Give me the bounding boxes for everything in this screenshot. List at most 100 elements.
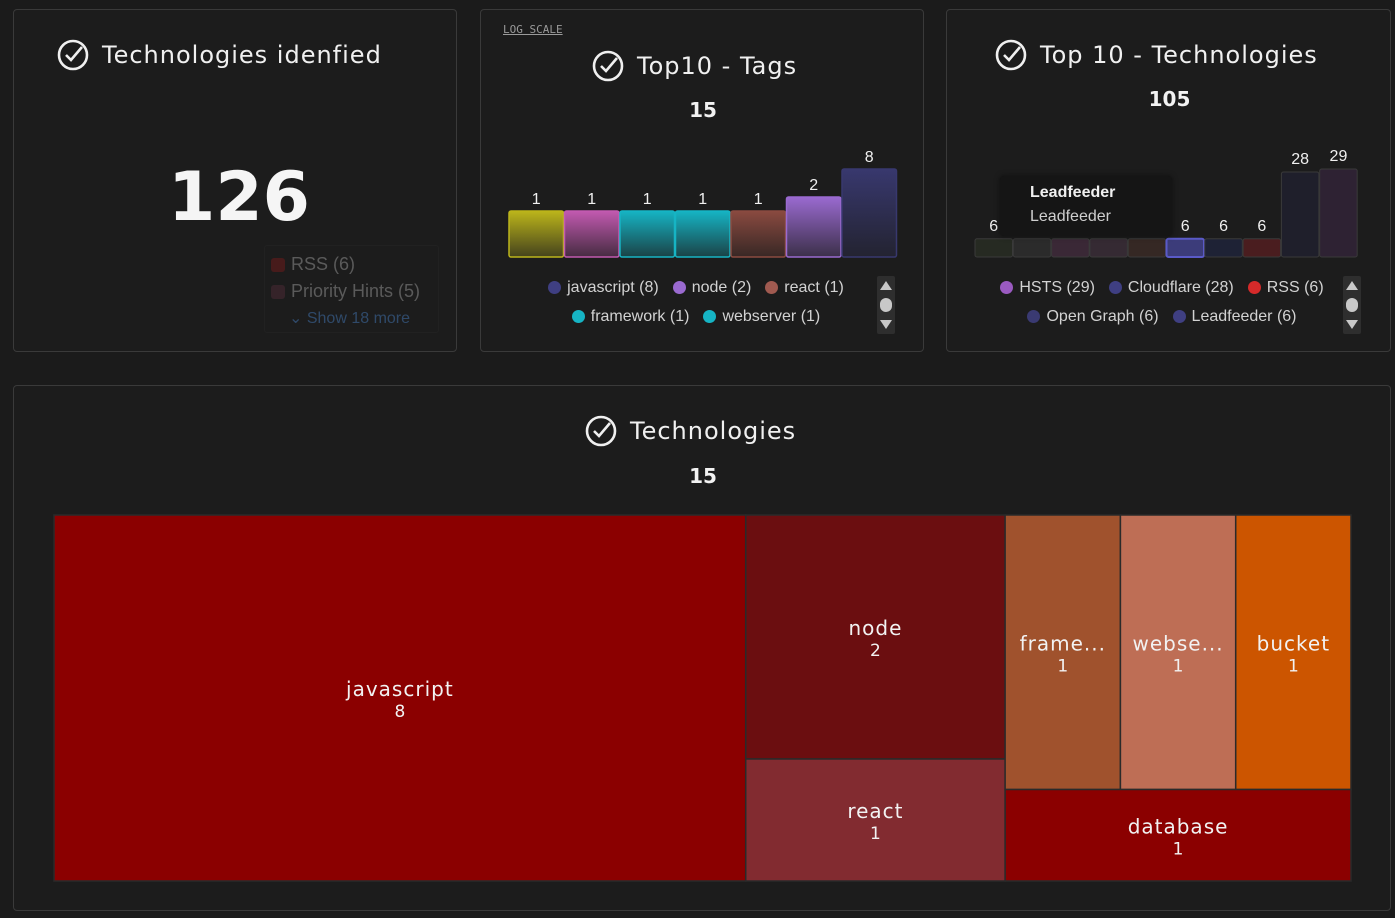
legend-label: RSS (6): [291, 254, 356, 274]
treemap-cell-node[interactable]: node2: [744, 514, 1006, 760]
treemap-value: 1: [870, 824, 881, 844]
legend-dot: [1027, 310, 1041, 323]
legend-item[interactable]: Leadfeeder (6): [1172, 303, 1297, 330]
bar-group[interactable]: [1089, 238, 1128, 258]
bar-value-label: 6: [1181, 218, 1190, 235]
scroll-up-icon[interactable]: [1346, 281, 1358, 290]
bar-group[interactable]: 1: [508, 191, 565, 258]
legend-item[interactable]: framework (1): [571, 303, 690, 330]
show-more-label: Show 18 more: [306, 310, 411, 327]
bar-group[interactable]: 6: [1165, 218, 1205, 259]
treemap-cell-webserver[interactable]: webse...1: [1119, 514, 1237, 791]
bar-group[interactable]: 28: [1280, 151, 1320, 258]
bar-value-label: 8: [865, 149, 874, 166]
top10-technologies-panel: Top 10 - Technologies 105 666662829 Lead…: [946, 9, 1391, 352]
scroll-thumb[interactable]: [880, 298, 892, 312]
bar-group[interactable]: 1: [563, 191, 620, 258]
bar-group[interactable]: 6: [1204, 218, 1243, 258]
scroll-down-icon[interactable]: [1346, 320, 1358, 329]
legend-item[interactable]: javascript (8): [548, 274, 659, 301]
bar[interactable]: [619, 210, 676, 258]
legend-swatch: [271, 257, 285, 272]
tags-legend: javascript (8) node (2) react (1) framework…: [521, 274, 871, 334]
legend-label: Leadfeeder (6): [1191, 308, 1297, 325]
check-circle-icon: [57, 39, 89, 71]
bar-value-label: 6: [989, 218, 998, 235]
show-more-link[interactable]: ⌄ Show 18 more: [271, 308, 438, 328]
legend-item: Priority Hints (5): [271, 281, 438, 302]
bar[interactable]: [1127, 238, 1167, 258]
bar-value-label: 6: [1257, 218, 1266, 235]
legend-label: react (1): [784, 279, 844, 296]
bar-group[interactable]: 1: [674, 191, 731, 258]
bar[interactable]: [1204, 238, 1243, 258]
bar-value-label: 1: [532, 191, 541, 208]
bar-group[interactable]: 2: [785, 177, 842, 258]
bar-group[interactable]: 1: [730, 191, 787, 258]
bar[interactable]: [508, 210, 565, 258]
bar-value-label: 6: [1219, 218, 1228, 235]
legend-dot: [1247, 281, 1261, 294]
treemap-label: webse...: [1132, 631, 1223, 655]
treemap-value: 1: [1173, 656, 1184, 676]
legend-label: Open Graph (6): [1046, 308, 1159, 325]
bar-group[interactable]: 8: [841, 149, 898, 258]
treemap-cell-bucket[interactable]: bucket1: [1234, 514, 1352, 791]
treemap-cell-database[interactable]: database1: [1004, 788, 1352, 882]
legend-item[interactable]: Cloudflare (28): [1108, 274, 1234, 301]
legend-dot: [1108, 281, 1122, 294]
bar[interactable]: [841, 168, 898, 258]
bar[interactable]: [563, 210, 620, 258]
treemap-label: frame...: [1020, 631, 1106, 655]
bar[interactable]: [1051, 238, 1090, 258]
legend-pager[interactable]: [1343, 276, 1361, 334]
treemap-value: 1: [1057, 656, 1068, 676]
bar-value-label: 2: [809, 177, 818, 194]
bar-group[interactable]: [1012, 238, 1052, 258]
treemap-cell-javascript[interactable]: javascript8: [53, 514, 747, 882]
legend-dot: [703, 310, 717, 323]
legend-label: webserver (1): [722, 308, 821, 325]
bar-group[interactable]: 6: [1242, 218, 1282, 258]
treemap-cell-react[interactable]: react1: [744, 758, 1006, 882]
legend-item[interactable]: HSTS (29): [1000, 274, 1095, 301]
bar[interactable]: [1089, 238, 1128, 258]
legend-item[interactable]: node (2): [672, 274, 751, 301]
bar[interactable]: [730, 210, 787, 258]
scroll-down-icon[interactable]: [880, 320, 892, 329]
legend-item[interactable]: Open Graph (6): [1027, 303, 1159, 330]
treemap-label: node: [848, 616, 902, 640]
technologies-identified-panel: Technologies idenfied 126 RSS (6) Priori…: [13, 9, 457, 352]
technologies-legend: HSTS (29) Cloudflare (28) RSS (6) Open Grap…: [987, 274, 1337, 334]
bar[interactable]: [1319, 168, 1358, 258]
bar[interactable]: [1280, 171, 1320, 258]
legend-dot: [571, 310, 585, 323]
bar[interactable]: [1012, 238, 1052, 258]
bar-group[interactable]: 29: [1319, 148, 1358, 258]
legend-pager[interactable]: [877, 276, 895, 334]
treemap-value: 1: [1173, 839, 1184, 859]
legend-dot: [765, 281, 779, 294]
legend-dot: [1000, 281, 1014, 294]
legend-item[interactable]: RSS (6): [1247, 274, 1324, 301]
scroll-up-icon[interactable]: [880, 281, 892, 290]
bar[interactable]: [974, 238, 1013, 258]
legend-item: RSS (6): [271, 254, 438, 275]
legend-label: HSTS (29): [1019, 279, 1095, 296]
bar-group[interactable]: [1051, 238, 1090, 258]
scroll-thumb[interactable]: [1346, 298, 1358, 312]
bar[interactable]: [1242, 238, 1282, 258]
bar[interactable]: [674, 210, 731, 258]
bar-group[interactable]: 1: [619, 191, 676, 258]
treemap-cell-framework[interactable]: frame...1: [1004, 514, 1122, 791]
legend-label: framework (1): [590, 308, 690, 325]
bar[interactable]: [785, 196, 842, 258]
bar[interactable]: [1165, 237, 1205, 259]
treemap-label: react: [847, 799, 903, 823]
panel-title: Technologies idenfied: [56, 38, 382, 72]
chevron-down-icon: ⌄: [289, 310, 303, 327]
legend-item[interactable]: webserver (1): [703, 303, 820, 330]
legend-item[interactable]: react (1): [765, 274, 844, 301]
bar-value-label: 29: [1330, 148, 1348, 165]
legend-label: javascript (8): [567, 279, 659, 296]
